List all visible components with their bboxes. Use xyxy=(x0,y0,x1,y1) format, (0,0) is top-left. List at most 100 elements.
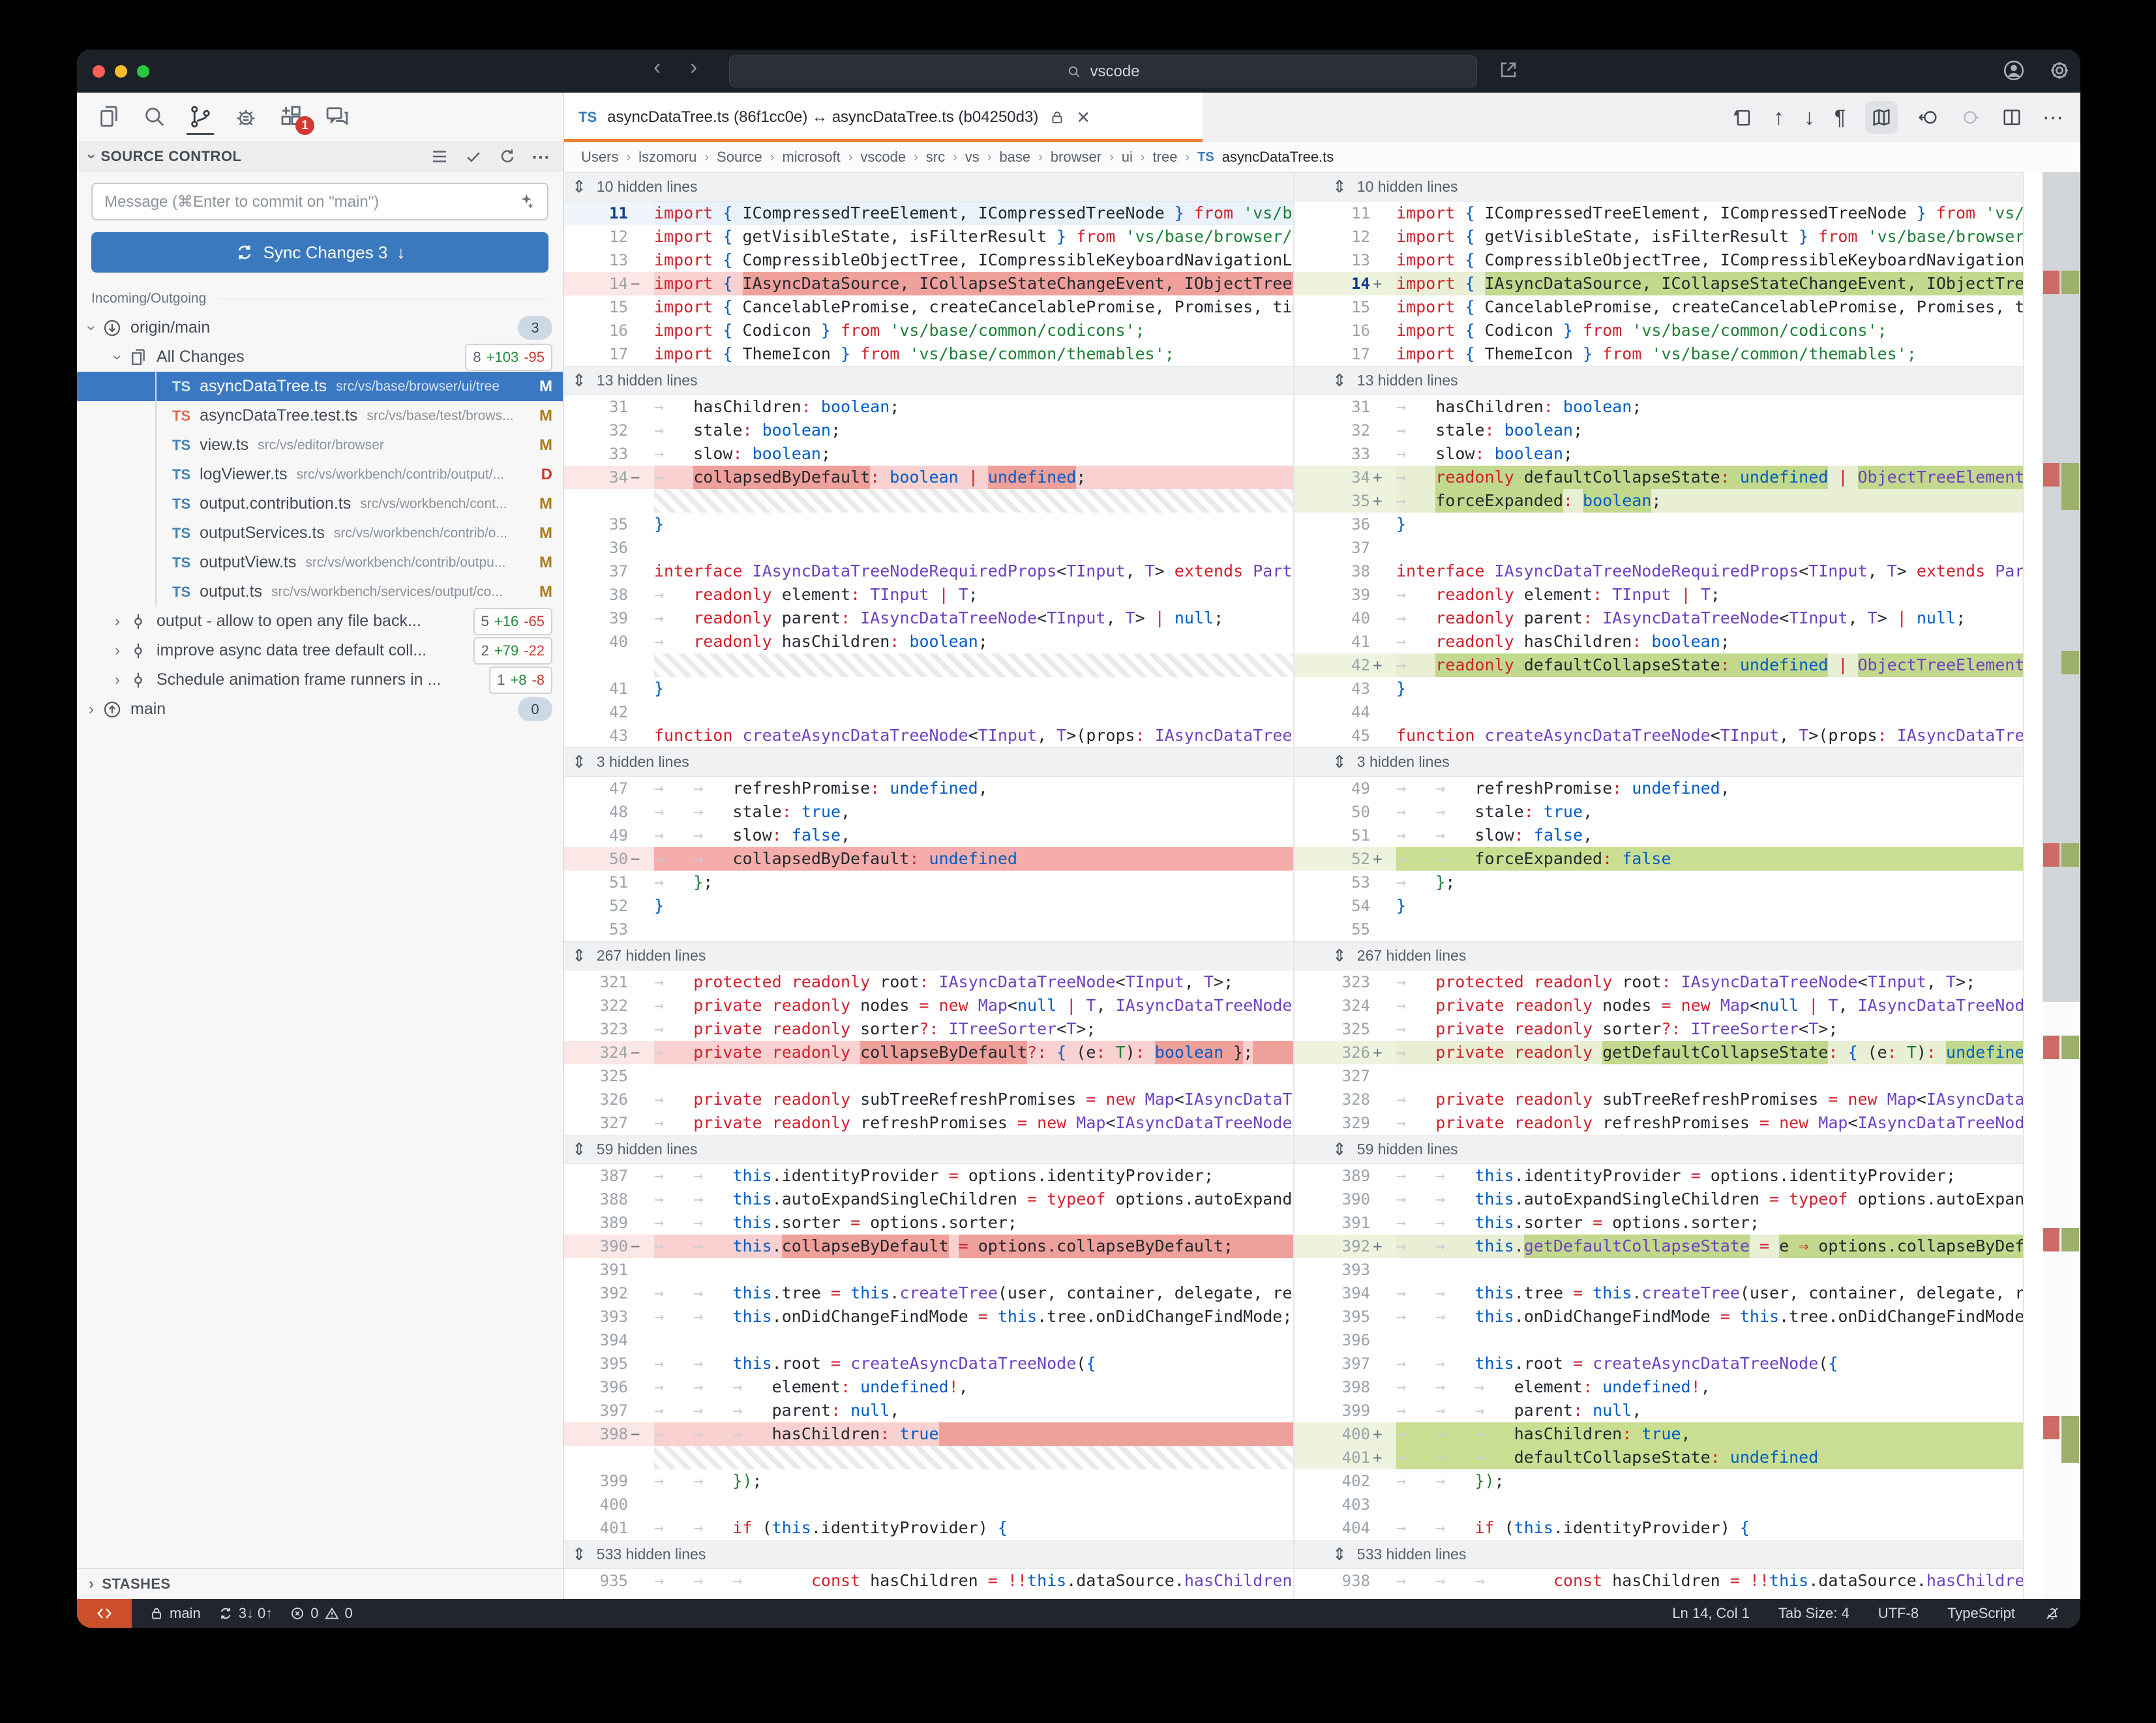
file-item-asyncDataTree.ts[interactable]: TS asyncDataTree.ts src/vs/base/browser/ui… xyxy=(77,372,563,401)
diff-line[interactable]: 389 → → this .sorter = options.sorter; xyxy=(564,1211,1293,1235)
hidden-lines-bar[interactable]: ⇕ 13 hidden lines xyxy=(1295,366,2023,395)
diff-line[interactable]: 50− → → collapsedByDefault: undefined xyxy=(564,847,1293,871)
diff-line[interactable]: 392 + → → this. getDefaultCollapseState = e… xyxy=(1295,1235,2023,1258)
diff-line[interactable]: 42 + → readonly defaultCollapseState: unde… xyxy=(1295,653,2023,677)
hidden-lines-bar[interactable]: ⇕ 267 hidden lines xyxy=(564,941,1293,970)
diff-line[interactable]: 324− → private readonly collapseByDefault… xyxy=(564,1041,1293,1064)
notifications-muted-icon[interactable] xyxy=(2044,1605,2061,1622)
diff-line[interactable]: 39 → readonly parent: IAsyncDataTreeNode <… xyxy=(564,607,1293,630)
hidden-lines-bar[interactable]: ⇕ 59 hidden lines xyxy=(564,1135,1293,1164)
source-control-icon[interactable] xyxy=(185,100,215,135)
diff-line[interactable]: 16 import { Codicon } from 'vs/base/commo… xyxy=(1295,319,2023,342)
diff-line[interactable]: 42 xyxy=(564,700,1293,724)
settings-gear-icon[interactable] xyxy=(2048,59,2071,82)
revert-change-icon[interactable] xyxy=(1917,106,1939,128)
diff-filler-row[interactable] xyxy=(564,1446,1293,1469)
diff-filler-row[interactable] xyxy=(564,653,1293,677)
diff-line[interactable]: 391 → → this .sorter = options.sorter; xyxy=(1295,1211,2023,1235)
breadcrumb-item[interactable]: microsoft xyxy=(782,149,840,166)
diff-line[interactable]: 48 → → stale: true, xyxy=(564,800,1293,824)
unfold-icon[interactable]: ⇕ xyxy=(572,1544,586,1565)
diff-line[interactable]: 397 → → → parent: null, xyxy=(564,1399,1293,1422)
unfold-icon[interactable]: ⇕ xyxy=(1332,370,1347,391)
navigate-forward-icon[interactable]: › xyxy=(690,55,697,80)
account-icon[interactable] xyxy=(2002,59,2026,82)
diff-line[interactable]: 329 → private readonly refreshPromises = … xyxy=(1295,1111,2023,1135)
file-item-logViewer.ts[interactable]: TS logViewer.ts src/vs/workbench/contrib/o… xyxy=(77,460,563,489)
overview-ruler[interactable] xyxy=(2043,172,2080,1599)
diff-line[interactable]: 41} xyxy=(564,677,1293,700)
diff-line[interactable]: 390− → → this. collapseByDefault = options… xyxy=(564,1235,1293,1258)
diff-line[interactable]: 401 + → → → defaultCollapseState: undefine… xyxy=(1295,1446,2023,1469)
next-change-icon[interactable]: ↓ xyxy=(1804,105,1815,130)
remote-indicator[interactable] xyxy=(77,1599,132,1628)
diff-line[interactable]: 390 → → this .autoExpandSingleChildren = t… xyxy=(1295,1188,2023,1211)
diff-line[interactable]: 13 import { CompressibleObjectTree, IComp… xyxy=(1295,248,2023,272)
zoom-window-button[interactable] xyxy=(137,65,149,78)
split-editor-icon[interactable] xyxy=(2001,106,2023,128)
diff-line[interactable]: 325 xyxy=(564,1064,1293,1088)
commit-check-icon[interactable] xyxy=(464,147,483,166)
more-actions-icon[interactable]: ⋯ xyxy=(2043,105,2065,130)
search-view-icon[interactable] xyxy=(140,100,170,134)
explorer-icon[interactable] xyxy=(94,100,124,134)
unfold-icon[interactable]: ⇕ xyxy=(1332,1544,1347,1565)
diff-line[interactable]: 935 → → → const hasChildren = !! this .data… xyxy=(564,1569,1293,1593)
diff-line[interactable]: 35 + → forceExpanded: boolean; xyxy=(1295,489,2023,513)
breadcrumb-item[interactable]: src xyxy=(926,149,945,166)
diff-line[interactable]: 51 → }; xyxy=(564,871,1293,894)
diff-line[interactable]: 15 import { CancelablePromise, createCanc… xyxy=(1295,295,2023,319)
diff-line[interactable]: 398− → → → hasChildren: true xyxy=(564,1422,1293,1446)
diff-line[interactable]: 12 import { getVisibleState, isFilterResu… xyxy=(1295,225,2023,248)
diff-line[interactable]: 321 → protected readonly root: IAsyncData… xyxy=(564,970,1293,994)
diff-line[interactable]: 323 → protected readonly root: IAsyncData… xyxy=(1295,970,2023,994)
diff-line[interactable]: 49 → → slow: false, xyxy=(564,824,1293,847)
diff-line[interactable]: 50 → → stale: true, xyxy=(1295,800,2023,824)
diff-line[interactable]: 402 → → }); xyxy=(1295,1469,2023,1493)
diff-line[interactable]: 400 xyxy=(564,1493,1293,1516)
diff-line[interactable]: 36} xyxy=(1295,513,2023,536)
commit-item-2[interactable]: › Schedule animation frame runners in ...… xyxy=(77,665,563,695)
diff-line[interactable]: 399 → → → parent: null, xyxy=(1295,1399,2023,1422)
scrollbar-gutter[interactable] xyxy=(2023,172,2043,1599)
unfold-icon[interactable]: ⇕ xyxy=(1332,177,1347,197)
diff-line[interactable]: 43 function createAsyncDataTreeNode < TInpu… xyxy=(564,724,1293,747)
diff-line[interactable]: 37 xyxy=(1295,536,2023,560)
diff-line[interactable]: 15 import { CancelablePromise, createCanc… xyxy=(564,295,1293,319)
unfold-icon[interactable]: ⇕ xyxy=(572,946,586,966)
breadcrumb-item[interactable]: vs xyxy=(965,149,980,166)
branch-status[interactable]: main xyxy=(149,1605,201,1622)
diff-line[interactable]: 400 + → → → hasChildren: true, xyxy=(1295,1422,2023,1446)
diff-line[interactable]: 326 → private readonly subTreeRefreshProm… xyxy=(564,1088,1293,1111)
hidden-lines-bar[interactable]: ⇕ 533 hidden lines xyxy=(1295,1540,2023,1569)
sparkle-icon[interactable] xyxy=(516,192,535,211)
more-actions-icon[interactable]: ⋯ xyxy=(532,146,551,168)
diff-line[interactable]: 14− import { IAsyncDataSource, ICollapseS… xyxy=(564,272,1293,295)
diff-line[interactable]: 391 xyxy=(564,1258,1293,1281)
diff-line[interactable]: 404 → → if (this .identityProvider) { xyxy=(1295,1516,2023,1540)
diff-line[interactable]: 328 → private readonly subTreeRefreshProm… xyxy=(1295,1088,2023,1111)
diff-line[interactable]: 403 xyxy=(1295,1493,2023,1516)
diff-line[interactable]: 40 → readonly hasChildren: boolean; xyxy=(564,630,1293,653)
unfold-icon[interactable]: ⇕ xyxy=(1332,946,1347,966)
diff-line[interactable]: 326 + → private readonly getDefaultCollaps… xyxy=(1295,1041,2023,1064)
unfold-icon[interactable]: ⇕ xyxy=(572,1139,586,1160)
hidden-lines-bar[interactable]: ⇕ 3 hidden lines xyxy=(1295,747,2023,777)
diff-line[interactable]: 34 + → readonly defaultCollapseState: unde… xyxy=(1295,466,2023,489)
open-external-icon[interactable] xyxy=(1497,59,1520,81)
diff-line[interactable]: 399 → → }); xyxy=(564,1469,1293,1493)
unfold-icon[interactable]: ⇕ xyxy=(572,177,586,197)
diff-line[interactable]: 398 → → → element: undefined!, xyxy=(1295,1375,2023,1399)
diff-line[interactable]: 17 import { ThemeIcon } from 'vs/base/com… xyxy=(564,342,1293,366)
diff-line[interactable]: 53 → }; xyxy=(1295,871,2023,894)
diff-line[interactable]: 322 → private readonly nodes = new Map < nu… xyxy=(564,994,1293,1017)
diff-line[interactable]: 33 → slow: boolean; xyxy=(564,442,1293,466)
diff-line[interactable]: 37 interface IAsyncDataTreeNodeRequiredPr… xyxy=(564,560,1293,583)
diff-line[interactable]: 392 → → this .tree = this. createTree (user,… xyxy=(564,1281,1293,1305)
diff-line[interactable]: 401 → → if (this .identityProvider) { xyxy=(564,1516,1293,1540)
hidden-lines-bar[interactable]: ⇕ 10 hidden lines xyxy=(1295,172,2023,202)
unfold-icon[interactable]: ⇕ xyxy=(1332,1139,1347,1160)
diff-line[interactable]: 387 → → this .identityProvider = options.i… xyxy=(564,1164,1293,1188)
diff-line[interactable]: 51 → → slow: false, xyxy=(1295,824,2023,847)
breadcrumb-item[interactable]: Users xyxy=(581,149,618,166)
